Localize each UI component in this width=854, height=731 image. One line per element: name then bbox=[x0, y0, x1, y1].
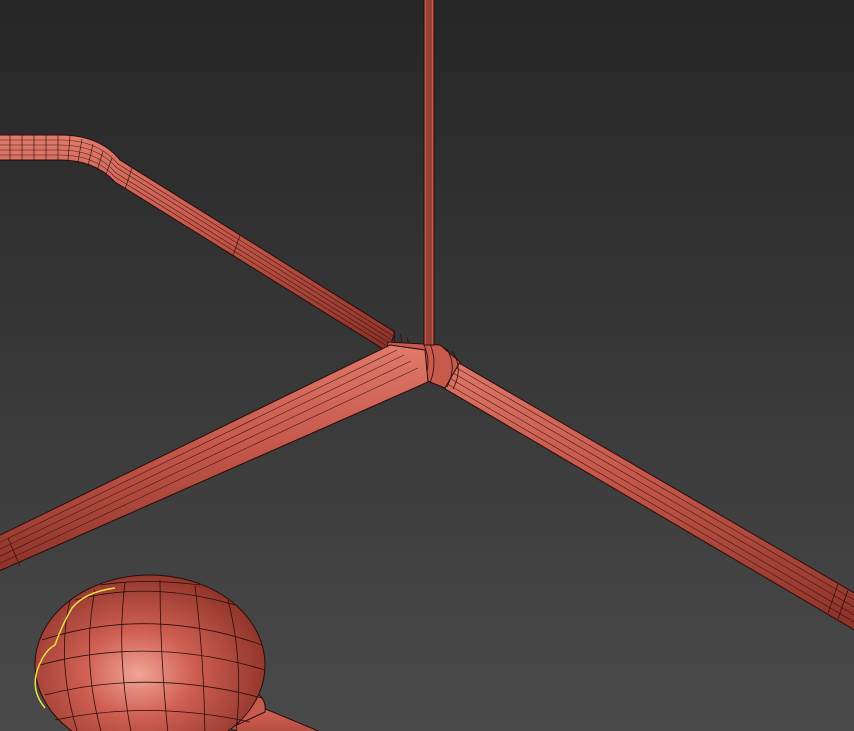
viewport-canvas[interactable] bbox=[0, 0, 854, 731]
vertical-rod[interactable] bbox=[423, 0, 435, 346]
3d-viewport[interactable] bbox=[0, 0, 854, 731]
